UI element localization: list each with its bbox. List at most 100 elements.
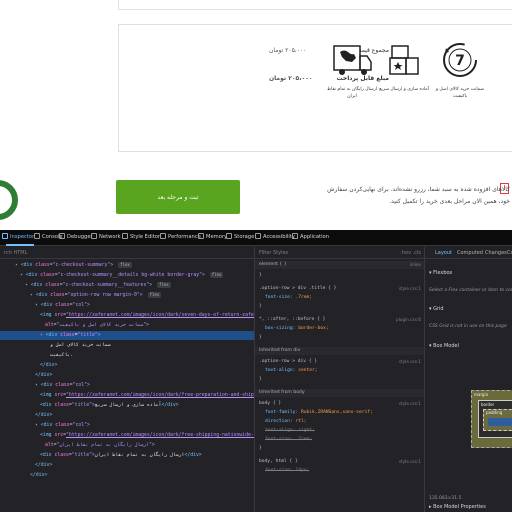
markup-node[interactable]: ▾ <div class="c-checkout-summary"> flex	[0, 261, 254, 270]
markup-node[interactable]: </div>	[0, 471, 254, 480]
markup-node[interactable]: <img src="https://zaferanet.com/images/i…	[0, 391, 254, 400]
rules-section-header: element { } inline	[255, 261, 424, 269]
css-rule-selector: .option-row > div { } style.css:1	[259, 358, 421, 366]
tab-debugger[interactable]: Debugger	[59, 233, 93, 240]
markup-node[interactable]: <div class="title">ارسال رایگان به تمام …	[0, 451, 254, 460]
css-declaration[interactable]: font-family: Rubik,IRANSans,sans-serif;	[255, 409, 424, 417]
css-rule-selector: body, html { } style.css:1	[259, 458, 421, 466]
performance-icon	[160, 233, 166, 239]
feature-guarantee: 7 ضمانت خرید کالای اصل و باکیفیت	[432, 40, 488, 100]
tab-storage[interactable]: Storage	[226, 233, 254, 240]
markup-node[interactable]: alt="ضمانت خرید کالای اصل و باکیفیت">	[0, 321, 254, 330]
total-price-value: ۲۰۵،۰۰۰ تومان	[269, 47, 307, 54]
layout-view: Layout Computed Changes Co ▾ Flexbox Sel…	[424, 247, 512, 512]
debugger-icon	[59, 233, 65, 239]
boxmodel-content	[488, 418, 512, 426]
rules-view: Filter Styles :hov .cls element { } inlin…	[254, 247, 424, 512]
rules-section-header: Inherited from body	[255, 389, 424, 397]
flexbox-note: Select a Flex container or item to conti…	[429, 288, 512, 293]
markup-node[interactable]: <img src="https://zaferanet.com/images/i…	[0, 311, 254, 320]
rules-filter-bar: Filter Styles :hov .cls	[255, 247, 424, 259]
feature-fast-shipping: آماده سازی و ارسال سریع	[376, 40, 432, 93]
css-rule-selector: }	[259, 335, 262, 340]
stylesheet-link[interactable]: style.css:1	[399, 358, 421, 366]
markup-view: rch HTML ▾ <div class="c-checkout-summar…	[0, 247, 254, 512]
markup-node[interactable]: ▾ <div class="col">	[0, 301, 254, 310]
stylesheet-link[interactable]: style.css:1	[399, 400, 421, 408]
network-icon	[91, 233, 97, 239]
tab-layout[interactable]: Layout	[435, 250, 452, 256]
markup-node[interactable]: ▾ <div class="col">	[0, 421, 254, 430]
filter-styles-input[interactable]: Filter Styles	[259, 250, 288, 256]
payable-value: ۲۰۵،۰۰۰ تومان	[269, 75, 313, 82]
markup-node[interactable]: </div>	[0, 371, 254, 380]
devtools-panel: Inspector Console Debugger Network Style…	[0, 230, 512, 512]
memory-icon	[198, 233, 204, 239]
css-declaration[interactable]: font-size: .7rem;	[255, 436, 424, 444]
tab-performance[interactable]: Performance	[160, 233, 201, 240]
rules-toolbar-buttons[interactable]: :hov .cls	[400, 250, 421, 256]
markup-node[interactable]: ▾ <div class="c-checkout-summary__detail…	[0, 271, 254, 280]
tab-application[interactable]: Application	[292, 233, 329, 240]
feature-fast-shipping-title: آماده سازی و ارسال سریع	[379, 87, 429, 92]
free-shipping-truck-icon	[333, 45, 372, 75]
flexbox-section-header[interactable]: ▾ Flexbox	[425, 269, 512, 278]
accessibility-icon	[255, 233, 261, 239]
markup-node[interactable]: ▾ <div class="c-checkout-summary__featur…	[0, 281, 254, 290]
boxmodel-margin: margin border padding	[471, 390, 512, 448]
sidebar-tabs: Layout Computed Changes Co	[425, 247, 512, 259]
floating-support-icon[interactable]	[0, 180, 18, 220]
cart-reservation-notice: کالاهای افزوده شده به سبد شما، رزرو نشده…	[327, 186, 510, 205]
markup-node[interactable]: alt="ارسال رایگان به تمام نقاط ایران">	[0, 441, 254, 450]
css-declaration[interactable]: font-size: 14px;	[255, 467, 424, 475]
css-declaration[interactable]: direction: rtl;	[255, 418, 424, 426]
boxmodel-properties-header[interactable]: ▸ Box Model Properties	[425, 503, 512, 512]
markup-node[interactable]: <div class="title">آماده سازی و ارسال سر…	[0, 401, 254, 410]
css-declaration[interactable]: text-align: right;	[255, 427, 424, 435]
application-icon	[292, 233, 298, 239]
tab-inspector[interactable]: Inspector	[2, 233, 34, 240]
markup-node[interactable]: <img src="https://zaferanet.com/images/i…	[0, 431, 254, 440]
markup-node[interactable]: ▾ <div class="col">	[0, 381, 254, 390]
css-declaration[interactable]: text-align: center;	[255, 367, 424, 375]
devtools-toolbar: Inspector Console Debugger Network Style…	[0, 230, 512, 246]
css-rule-selector: .option-row > div .title { } style.css:1	[259, 285, 421, 293]
free-preparation-shipping-icon	[389, 45, 419, 75]
tab-changes[interactable]: Changes	[485, 250, 507, 256]
stylesheet-link[interactable]: style.css:1	[399, 285, 421, 293]
storage-icon	[226, 233, 232, 239]
css-rule-selector: }	[259, 377, 262, 382]
markup-node[interactable]: </div>	[0, 461, 254, 470]
tab-style-editor[interactable]: Style Editor	[122, 233, 160, 240]
markup-node[interactable]: باکیفیت.	[0, 351, 254, 360]
markup-node-selected[interactable]: ▾ <div class="title">	[0, 331, 254, 340]
tab-computed[interactable]: Computed	[457, 250, 483, 256]
tab-network[interactable]: Network	[91, 233, 121, 240]
boxmodel-size: 135.083×31.5	[429, 496, 462, 501]
feature-guarantee-title: ضمانت خرید کالای اصل و باکیفیت	[435, 87, 485, 99]
stylesheet-link[interactable]: plugin.css:6	[396, 316, 421, 324]
markup-node[interactable]: ضمانت خرید کالای اصل و	[0, 341, 254, 350]
boxmodel-section-header[interactable]: ▾ Box Model	[425, 342, 512, 351]
stylesheet-link[interactable]: style.css:1	[399, 458, 421, 466]
css-rule-selector: }	[259, 304, 262, 309]
seven-days-return-icon: 7	[443, 43, 477, 77]
html-search-input[interactable]: rch HTML	[0, 247, 254, 259]
grid-section-header[interactable]: ▾ Grid	[425, 305, 512, 314]
markup-node[interactable]: </div>	[0, 411, 254, 420]
css-declaration[interactable]: font-size: .7rem;	[255, 294, 424, 302]
tab-compatibility[interactable]: Co	[507, 250, 512, 256]
css-rule-selector: *, ::after, ::before { } plugin.css:6	[259, 316, 421, 324]
markup-node[interactable]: ▾ <div class="option-row row margin-0"> …	[0, 291, 254, 300]
markup-node[interactable]: </div>	[0, 361, 254, 370]
cart-card-edge	[118, 0, 512, 10]
tab-accessibility[interactable]: Accessibility	[255, 233, 295, 240]
submit-next-step-button[interactable]: ثبت و مرحله بعد	[116, 180, 240, 214]
boxmodel-border: border padding	[478, 400, 512, 438]
tab-memory[interactable]: Memory	[198, 233, 227, 240]
grid-note: CSS Grid is not in use on this page	[429, 324, 507, 329]
stylesheet-link[interactable]: inline	[410, 261, 421, 269]
feature-free-shipping-title: ارسال رایگان به تمام نقاط ایران	[326, 87, 378, 99]
css-declaration[interactable]: box-sizing: border-box;	[255, 325, 424, 333]
css-rule-selector: body { } style.css:1	[259, 400, 421, 408]
